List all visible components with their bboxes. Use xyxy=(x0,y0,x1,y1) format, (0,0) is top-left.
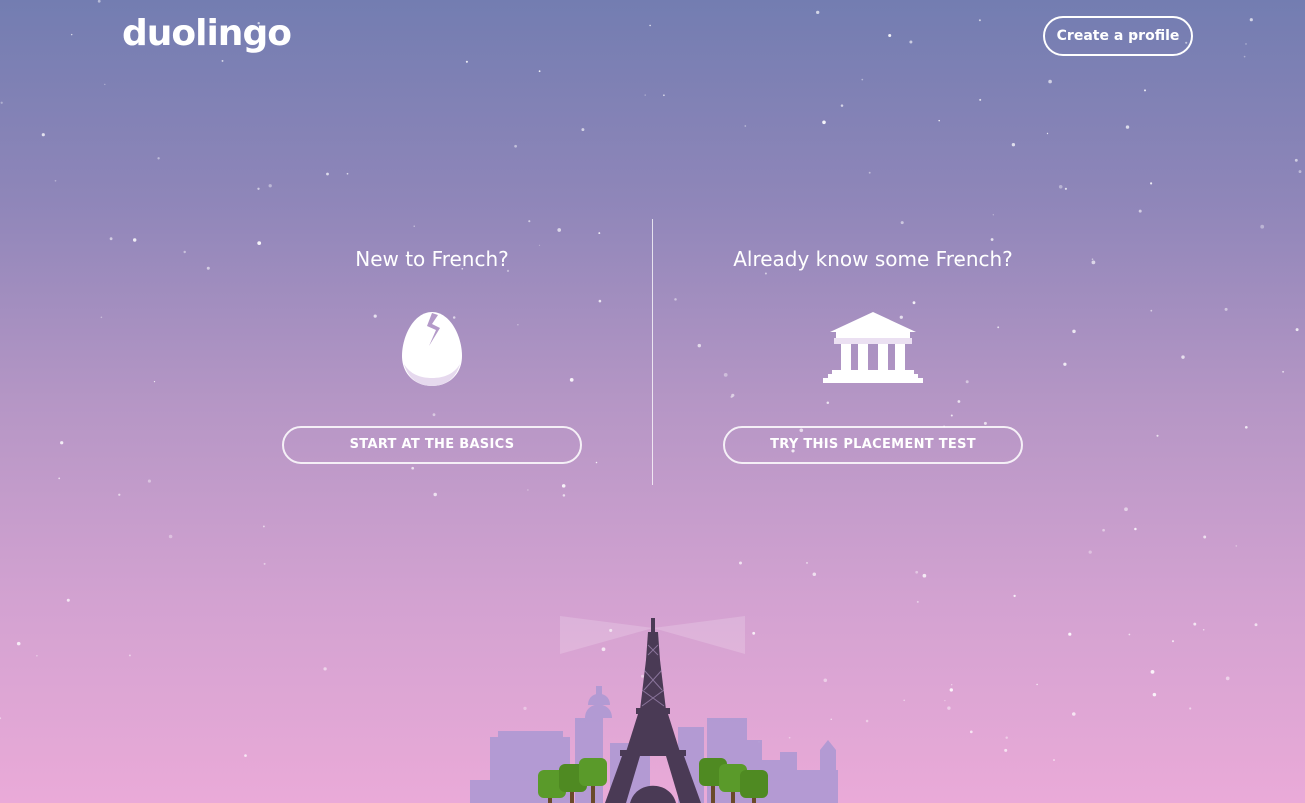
cracked-egg-icon xyxy=(396,308,468,394)
create-profile-button[interactable]: Create a profile xyxy=(1043,16,1193,56)
eiffel-tower-illustration xyxy=(470,616,838,803)
start-basics-button[interactable]: START AT THE BASICS xyxy=(282,426,582,464)
museum-icon xyxy=(820,308,926,388)
experienced-learner-heading: Already know some French? xyxy=(733,247,1013,271)
new-learner-heading: New to French? xyxy=(355,247,509,271)
placement-test-button[interactable]: TRY THIS PLACEMENT TEST xyxy=(723,426,1023,464)
column-divider xyxy=(652,219,653,485)
duolingo-logo[interactable]: duolingo xyxy=(122,12,292,56)
